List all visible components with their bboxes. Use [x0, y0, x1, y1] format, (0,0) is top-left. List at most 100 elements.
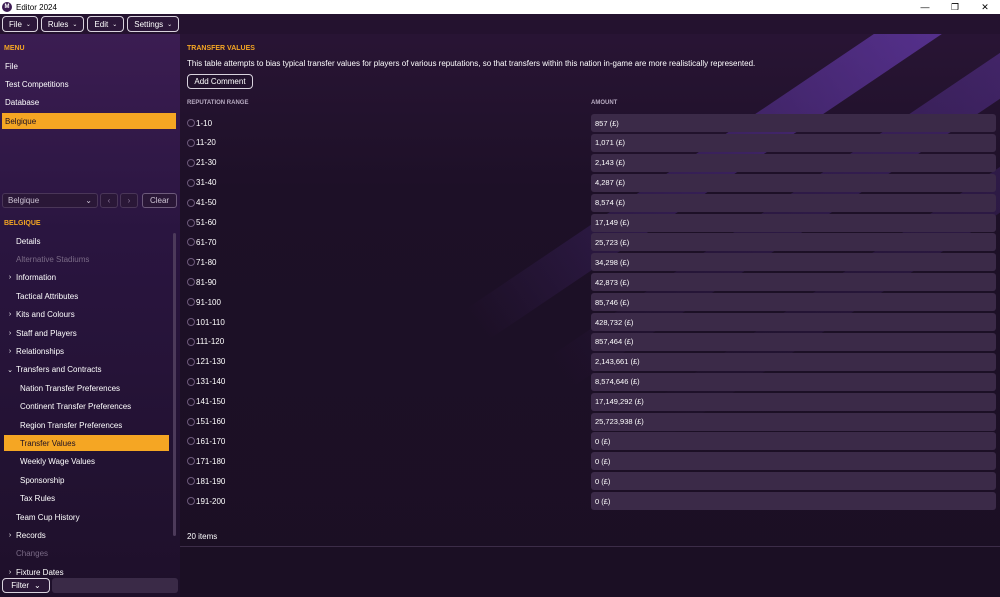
amount-field[interactable]: 857,464 (£)	[591, 332, 996, 351]
menu-item-file[interactable]: File	[2, 58, 176, 74]
row-select-radio[interactable]	[187, 218, 195, 227]
table-row[interactable]: 31-40 4,287 (£)	[187, 173, 997, 192]
table-row[interactable]: 91-100 85,746 (£)	[187, 293, 997, 312]
amount-field[interactable]: 8,574 (£)	[591, 193, 996, 212]
table-row[interactable]: 61-70 25,723 (£)	[187, 233, 997, 252]
chevron-right-icon[interactable]: ›	[4, 274, 16, 281]
amount-field[interactable]: 0 (£)	[591, 452, 996, 471]
amount-field[interactable]: 2,143 (£)	[591, 153, 996, 172]
row-select-radio[interactable]	[187, 198, 195, 207]
sidebar-item-sponsorship[interactable]: Sponsorship	[4, 472, 169, 488]
row-select-radio[interactable]	[187, 298, 195, 307]
row-select-radio[interactable]	[187, 119, 195, 127]
table-row[interactable]: 11-20 1,071 (£)	[187, 133, 997, 152]
menu-item-database[interactable]: Database	[2, 94, 176, 110]
chevron-right-icon[interactable]: ›	[4, 348, 16, 355]
table-row[interactable]: 51-60 17,149 (£)	[187, 213, 997, 232]
amount-field[interactable]: 25,723 (£)	[591, 233, 996, 252]
amount-field[interactable]: 0 (£)	[591, 492, 996, 511]
menu-item-belgique[interactable]: Belgique	[2, 113, 176, 129]
sidebar-item-kits-and-colours[interactable]: › Kits and Colours	[4, 307, 169, 323]
sidebar-item-tactical-attributes[interactable]: Tactical Attributes	[4, 288, 169, 304]
table-row[interactable]: 41-50 8,574 (£)	[187, 193, 997, 212]
filter-input[interactable]	[52, 578, 178, 593]
amount-field[interactable]: 42,873 (£)	[591, 273, 996, 292]
table-row[interactable]: 191-200 0 (£)	[187, 492, 997, 511]
row-select-radio[interactable]	[187, 437, 195, 446]
row-select-radio[interactable]	[187, 138, 195, 147]
previous-button[interactable]: ‹	[100, 193, 118, 208]
chevron-down-icon[interactable]: ⌄	[4, 366, 16, 374]
sidebar-item-information[interactable]: › Information	[4, 270, 169, 286]
table-row[interactable]: 111-120 857,464 (£)	[187, 332, 997, 351]
amount-field[interactable]: 34,298 (£)	[591, 253, 996, 272]
chevron-right-icon[interactable]: ›	[4, 330, 16, 337]
amount-field[interactable]: 4,287 (£)	[591, 173, 996, 192]
row-select-radio[interactable]	[187, 477, 195, 486]
row-select-radio[interactable]	[187, 337, 195, 346]
sidebar-item-records[interactable]: › Records	[4, 527, 169, 543]
table-row[interactable]: 1-10 857 (£)	[187, 114, 997, 132]
table-row[interactable]: 101-110 428,732 (£)	[187, 313, 997, 331]
sidebar-item-continent-transfer-preferences[interactable]: Continent Transfer Preferences	[4, 399, 169, 415]
row-select-radio[interactable]	[187, 417, 195, 426]
table-row[interactable]: 121-130 2,143,661 (£)	[187, 352, 997, 371]
restore-icon[interactable]: ❐	[940, 0, 970, 14]
sidebar-item-team-cup-history[interactable]: Team Cup History	[4, 509, 169, 525]
table-row[interactable]: 81-90 42,873 (£)	[187, 273, 997, 292]
table-row[interactable]: 71-80 34,298 (£)	[187, 253, 997, 272]
sidebar-item-region-transfer-preferences[interactable]: Region Transfer Preferences	[4, 417, 169, 433]
amount-field[interactable]: 17,149 (£)	[591, 213, 996, 232]
sidebar-item-nation-transfer-preferences[interactable]: Nation Transfer Preferences	[4, 380, 169, 396]
table-row[interactable]: 21-30 2,143 (£)	[187, 153, 997, 172]
menu-edit-button[interactable]: Edit ⌄	[87, 16, 125, 32]
table-row[interactable]: 181-190 0 (£)	[187, 472, 997, 491]
sidebar-scrollbar[interactable]	[173, 233, 176, 536]
sidebar-item-details[interactable]: Details	[4, 233, 169, 249]
sidebar-item-weekly-wage-values[interactable]: Weekly Wage Values	[4, 454, 169, 470]
menu-settings-button[interactable]: Settings ⌄	[127, 16, 180, 32]
clear-button[interactable]: Clear	[142, 193, 177, 208]
next-button[interactable]: ›	[120, 193, 138, 208]
sidebar-item-tax-rules[interactable]: Tax Rules	[4, 491, 169, 507]
amount-field[interactable]: 0 (£)	[591, 432, 996, 451]
amount-field[interactable]: 8,574,646 (£)	[591, 372, 996, 391]
row-select-radio[interactable]	[187, 178, 195, 187]
table-row[interactable]: 151-160 25,723,938 (£)	[187, 412, 997, 431]
row-select-radio[interactable]	[187, 158, 195, 167]
add-comment-button[interactable]: Add Comment	[187, 74, 253, 89]
row-select-radio[interactable]	[187, 377, 195, 386]
amount-field[interactable]: 17,149,292 (£)	[591, 392, 996, 411]
table-row[interactable]: 131-140 8,574,646 (£)	[187, 372, 997, 391]
amount-field[interactable]: 857 (£)	[591, 114, 996, 132]
row-select-radio[interactable]	[187, 258, 195, 267]
sidebar-item-transfers-and-contracts[interactable]: ⌄ Transfers and Contracts	[4, 362, 169, 378]
table-row[interactable]: 161-170 0 (£)	[187, 432, 997, 451]
sidebar-item-staff-and-players[interactable]: › Staff and Players	[4, 325, 169, 341]
amount-field[interactable]: 0 (£)	[591, 472, 996, 491]
row-select-radio[interactable]	[187, 318, 195, 326]
menu-rules-button[interactable]: Rules ⌄	[40, 16, 85, 32]
chevron-right-icon[interactable]: ›	[4, 311, 16, 318]
row-select-radio[interactable]	[187, 357, 195, 366]
row-select-radio[interactable]	[187, 497, 195, 506]
menu-item-test-competitions[interactable]: Test Competitions	[2, 76, 176, 92]
nation-dropdown[interactable]: Belgique ⌄	[2, 193, 98, 208]
row-select-radio[interactable]	[187, 278, 195, 287]
amount-field[interactable]: 85,746 (£)	[591, 293, 996, 312]
chevron-right-icon[interactable]: ›	[4, 569, 16, 576]
row-select-radio[interactable]	[187, 397, 195, 406]
menu-file-button[interactable]: File ⌄	[2, 16, 38, 32]
column-header-range[interactable]: REPUTATION RANGE	[187, 100, 248, 106]
amount-field[interactable]: 2,143,661 (£)	[591, 352, 996, 371]
table-row[interactable]: 141-150 17,149,292 (£)	[187, 392, 997, 411]
amount-field[interactable]: 25,723,938 (£)	[591, 412, 996, 431]
row-select-radio[interactable]	[187, 457, 195, 466]
sidebar-item-relationships[interactable]: › Relationships	[4, 343, 169, 359]
amount-field[interactable]: 1,071 (£)	[591, 133, 996, 152]
minimize-icon[interactable]: —	[910, 0, 940, 14]
row-select-radio[interactable]	[187, 238, 195, 247]
amount-field[interactable]: 428,732 (£)	[591, 313, 996, 331]
column-header-amount[interactable]: AMOUNT	[591, 100, 617, 106]
chevron-right-icon[interactable]: ›	[4, 532, 16, 539]
